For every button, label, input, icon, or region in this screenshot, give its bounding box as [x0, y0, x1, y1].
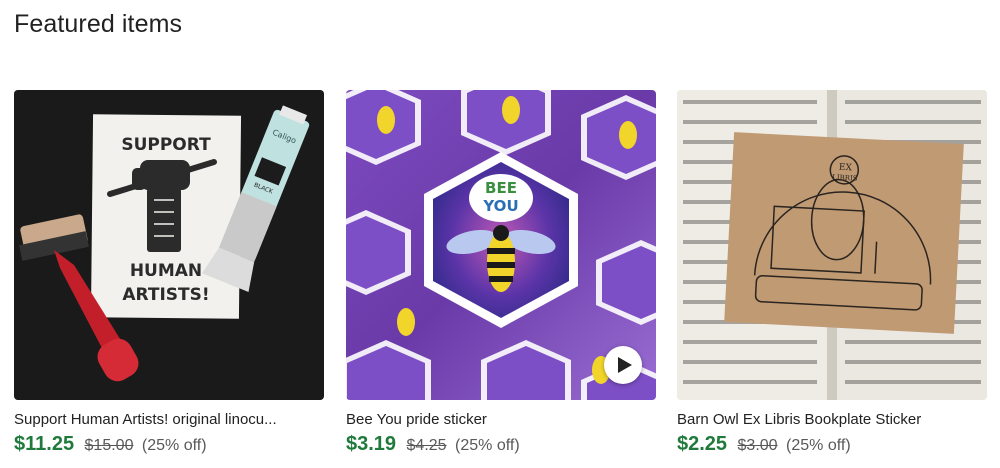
poster-text-3: ARTISTS!: [122, 285, 209, 305]
price-row: $2.25 $3.00 (25% off): [677, 432, 987, 458]
poster-text-2: HUMAN: [130, 261, 202, 281]
linocut-photo: SUPPORT HUMAN ARTISTS! Caligo BLACK: [14, 90, 324, 400]
sale-price: $2.25: [677, 433, 728, 455]
owl-bookplate-photo: EX LIBRIS: [677, 90, 987, 400]
listing-image-bee-sticker[interactable]: BEE YOU: [346, 90, 656, 400]
listing-image-linocut[interactable]: SUPPORT HUMAN ARTISTS! Caligo BLACK: [14, 90, 324, 400]
listing-card[interactable]: EX LIBRIS Barn Owl Ex Libris Bookplate S…: [677, 90, 987, 458]
listing-card[interactable]: SUPPORT HUMAN ARTISTS! Caligo BLACK Supp…: [14, 90, 324, 458]
original-price: $3.00: [737, 437, 778, 454]
sticker-text-1: BEE: [485, 179, 517, 197]
listing-title[interactable]: Barn Owl Ex Libris Bookplate Sticker: [677, 411, 987, 429]
stamp-text-1: EX: [839, 163, 853, 174]
price-row: $3.19 $4.25 (25% off): [346, 432, 656, 458]
sale-price: $11.25: [14, 433, 75, 455]
discount-badge: (25% off): [455, 437, 520, 454]
stamp-text-2: LIBRIS: [832, 173, 858, 182]
play-icon: [617, 357, 632, 373]
listing-title[interactable]: Support Human Artists! original linocu..…: [14, 411, 324, 429]
listing-card[interactable]: BEE YOU Bee You pride sticker $3.19 $4.2…: [346, 90, 656, 458]
listing-title[interactable]: Bee You pride sticker: [346, 411, 656, 429]
play-video-button[interactable]: [604, 346, 642, 384]
section-title: Featured items: [14, 10, 183, 38]
featured-items-page: Featured items SUPPORT HUMAN ARTISTS! Ca…: [0, 0, 1000, 468]
sticker-text-2: YOU: [482, 197, 518, 215]
original-price: $15.00: [84, 437, 134, 454]
sale-price: $3.19: [346, 433, 397, 455]
listing-image-owl-bookplate[interactable]: EX LIBRIS: [677, 90, 987, 400]
discount-badge: (25% off): [786, 437, 851, 454]
discount-badge: (25% off): [141, 437, 207, 454]
poster-text-1: SUPPORT: [121, 135, 211, 155]
original-price: $4.25: [406, 437, 447, 454]
price-row: $11.25 $15.00 (25% off): [14, 432, 324, 458]
